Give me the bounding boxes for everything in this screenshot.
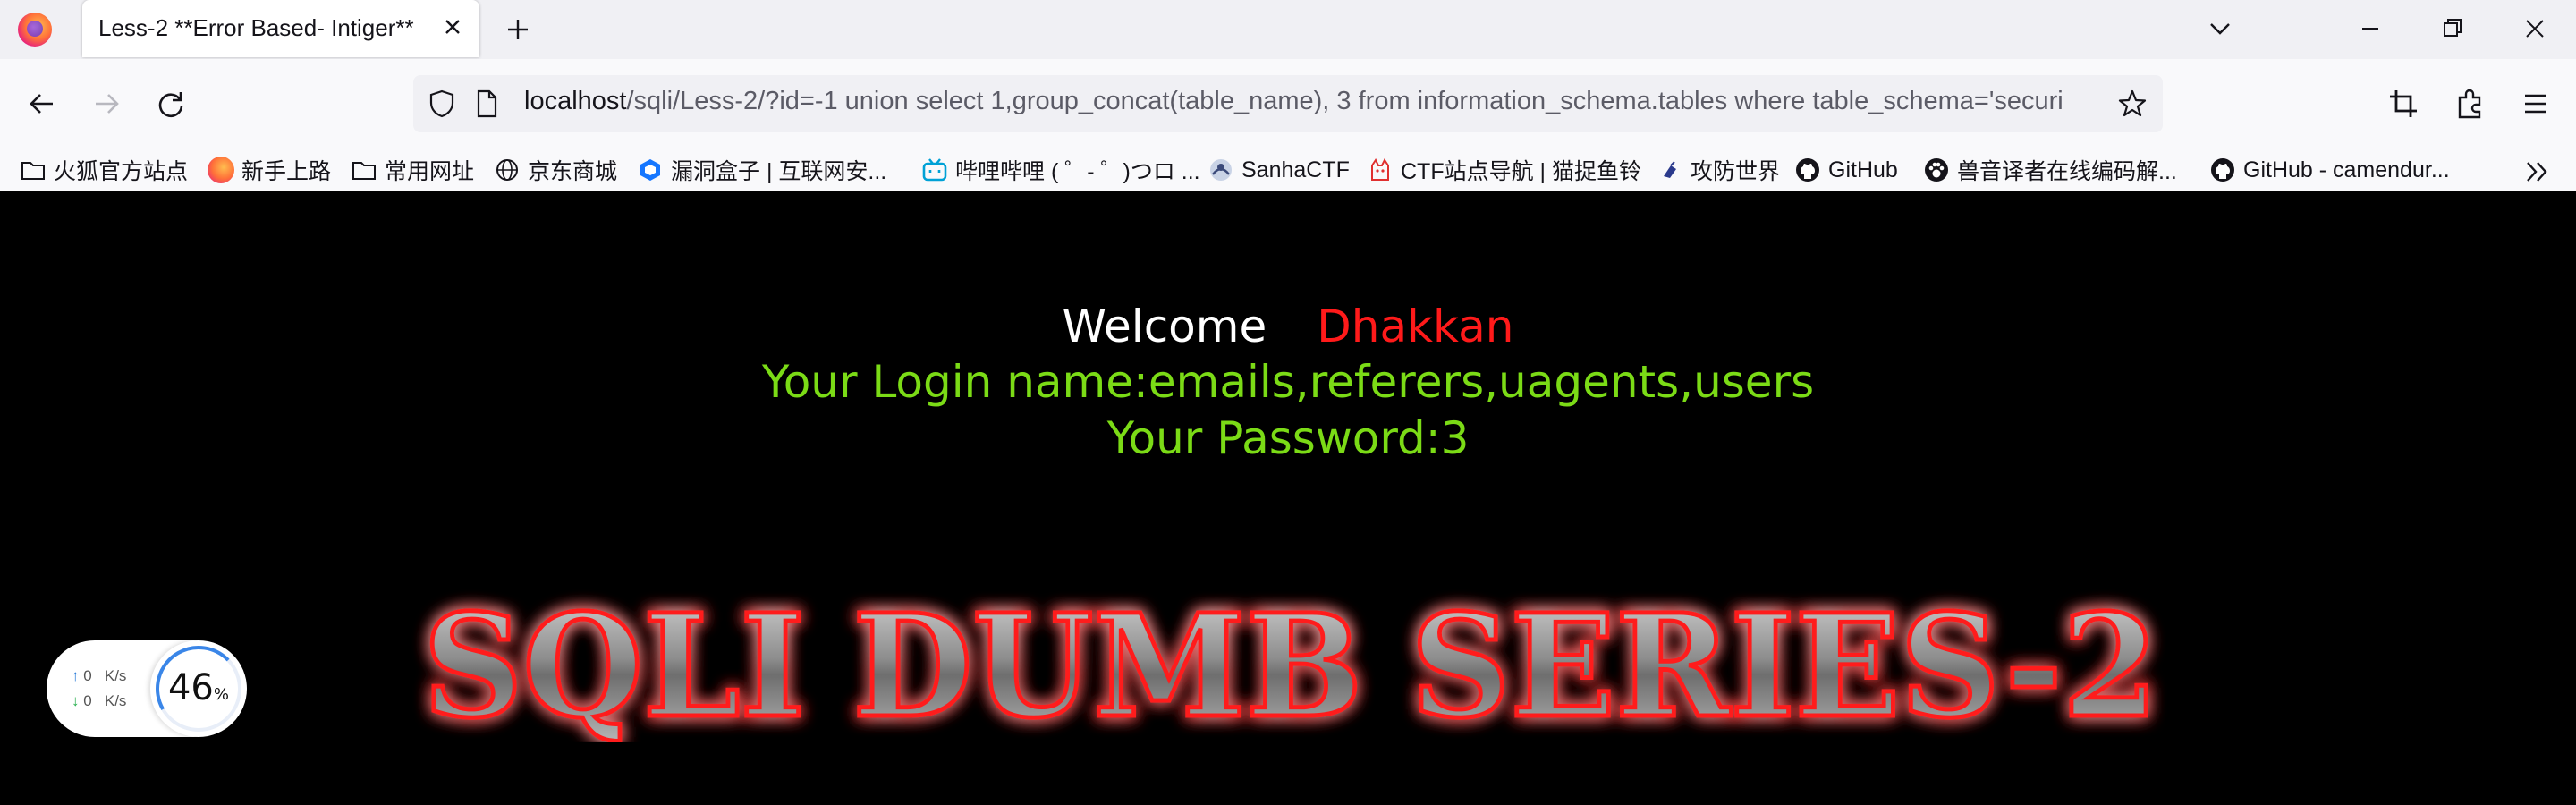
url-path: /sqli/Less-2/?id=-1 union select 1,group… (626, 87, 2063, 115)
url-host: localhost (524, 87, 627, 115)
bookmark-item[interactable]: 火狐官方站点 (20, 152, 188, 188)
url-bar[interactable]: localhost/sqli/Less-2/?id=-1 union selec… (413, 75, 2163, 132)
bookmark-label: 新手上路 (242, 159, 332, 184)
bookmark-item[interactable]: 漏洞盒子 | 互联网安... (637, 152, 886, 188)
adworld-icon (1664, 161, 1676, 178)
github-icon (2211, 158, 2234, 182)
bookmark-item[interactable]: 哔哩哔哩 ( ゜- ゜)つロ ... (921, 152, 1200, 188)
download-unit: K/s (104, 692, 127, 709)
network-speed-widget[interactable]: ↑ 0 K/s ↓ 0 K/s 46% (47, 640, 247, 737)
close-window-icon[interactable] (2517, 11, 2553, 47)
reload-icon[interactable] (152, 85, 190, 123)
bookmark-label: 漏洞盒子 | 互联网安... (671, 159, 887, 184)
download-value: 0 (83, 692, 92, 709)
navigation-bar: localhost/sqli/Less-2/?id=-1 union selec… (0, 59, 2576, 148)
sanha-icon (1210, 159, 1232, 181)
download-rate: ↓ 0 K/s (72, 692, 126, 710)
bookmark-item[interactable]: CTF站点导航 | 猫捉鱼铃 (1367, 152, 1641, 188)
bookmark-label: GitHub (1828, 157, 1898, 182)
usage-gauge[interactable]: 46% (150, 640, 247, 737)
bookmarks-toolbar: 火狐官方站点 新手上路 常用网址 京东商城 漏洞盒子 | 互联网安... 哔哩哔… (0, 148, 2576, 191)
download-arrow-icon: ↓ (72, 692, 80, 709)
menu-hamburger-icon[interactable] (2517, 85, 2555, 123)
folder-icon (352, 162, 376, 180)
bookmark-item[interactable]: GitHub (1794, 152, 1898, 188)
page-content: Welcome Dhakkan Your Login name:emails,re… (0, 191, 2576, 805)
bookmark-label: 常用网址 (385, 159, 475, 184)
bookmark-label: 兽音译者在线编码解... (1957, 159, 2177, 184)
page-info-icon[interactable] (472, 88, 501, 120)
bookmark-label: 哔哩哔哩 ( ゜- ゜)つロ ... (955, 159, 1200, 184)
bookmark-star-icon[interactable] (2116, 88, 2148, 120)
github-icon (1796, 158, 1819, 182)
forward-icon[interactable] (88, 85, 125, 123)
bookmark-item[interactable]: 常用网址 (351, 152, 474, 188)
active-tab[interactable]: Less-2 **Error Based- Intiger** (82, 0, 479, 57)
bookmark-label: 京东商城 (528, 159, 618, 184)
bookmark-item[interactable]: 兽音译者在线编码解... (1923, 152, 2177, 188)
firefox-icon (208, 157, 234, 183)
extensions-icon[interactable] (2451, 85, 2488, 123)
restore-icon[interactable] (2435, 11, 2470, 47)
bookmark-label: SanhaCTF (1241, 157, 1350, 182)
tab-strip: Less-2 **Error Based- Intiger** (0, 0, 2576, 59)
upload-value: 0 (83, 667, 92, 684)
bilibili-icon (922, 158, 947, 182)
upload-unit: K/s (104, 667, 127, 684)
firefox-logo-icon[interactable] (18, 13, 52, 47)
bookmark-item[interactable]: 攻防世界 (1657, 152, 1780, 188)
folder-icon (21, 162, 45, 180)
close-tab-icon[interactable] (436, 11, 469, 43)
paw-icon (1925, 158, 1948, 182)
upload-arrow-icon: ↑ (72, 667, 80, 684)
bookmark-label: GitHub - camendur... (2243, 157, 2450, 182)
bookmark-label: 攻防世界 (1690, 159, 1781, 184)
bookmark-item[interactable]: 京东商城 (494, 152, 617, 188)
more-bookmarks-chevron-icon[interactable] (2521, 156, 2553, 188)
usage-percent-value: 46 (167, 667, 214, 708)
password-text: Your Password:3 (1106, 412, 1470, 464)
bookmark-label: 火狐官方站点 (54, 159, 189, 184)
globe-icon (496, 159, 518, 181)
banner-text: SQLI DUMB SERIES-2 (423, 584, 2158, 742)
new-tab-icon[interactable] (501, 13, 535, 47)
bookmark-item[interactable]: GitHub - camendur... (2209, 152, 2450, 188)
login-name-text: Your Login name:emails,referers,uagents,… (761, 356, 1815, 408)
bookmark-item[interactable]: 新手上路 (208, 152, 331, 188)
welcome-line: Welcome Dhakkan (0, 301, 2576, 352)
minimize-icon[interactable] (2352, 11, 2388, 47)
screenshot-crop-icon[interactable] (2385, 85, 2422, 123)
sqli-dumb-series-banner: SQLI DUMB SERIES-2 (421, 582, 2161, 743)
back-icon[interactable] (23, 85, 61, 123)
cat-icon (1371, 158, 1389, 181)
tab-title: Less-2 **Error Based- Intiger** (98, 14, 414, 41)
url-text[interactable]: localhost/sqli/Less-2/?id=-1 union selec… (524, 87, 2107, 116)
bookmark-label: CTF站点导航 | 猫捉鱼铃 (1401, 159, 1641, 184)
bookmark-item[interactable]: SanhaCTF (1208, 152, 1350, 188)
usage-percent: 46% (150, 667, 247, 708)
list-all-tabs-icon[interactable] (2202, 11, 2238, 47)
percent-sign: % (213, 685, 229, 704)
upload-rate: ↑ 0 K/s (72, 667, 126, 685)
welcome-text: Welcome (1062, 301, 1267, 352)
tracking-protection-shield-icon[interactable] (426, 88, 458, 120)
user-name-text: Dhakkan (1317, 301, 1514, 352)
vulbox-icon (640, 159, 660, 181)
